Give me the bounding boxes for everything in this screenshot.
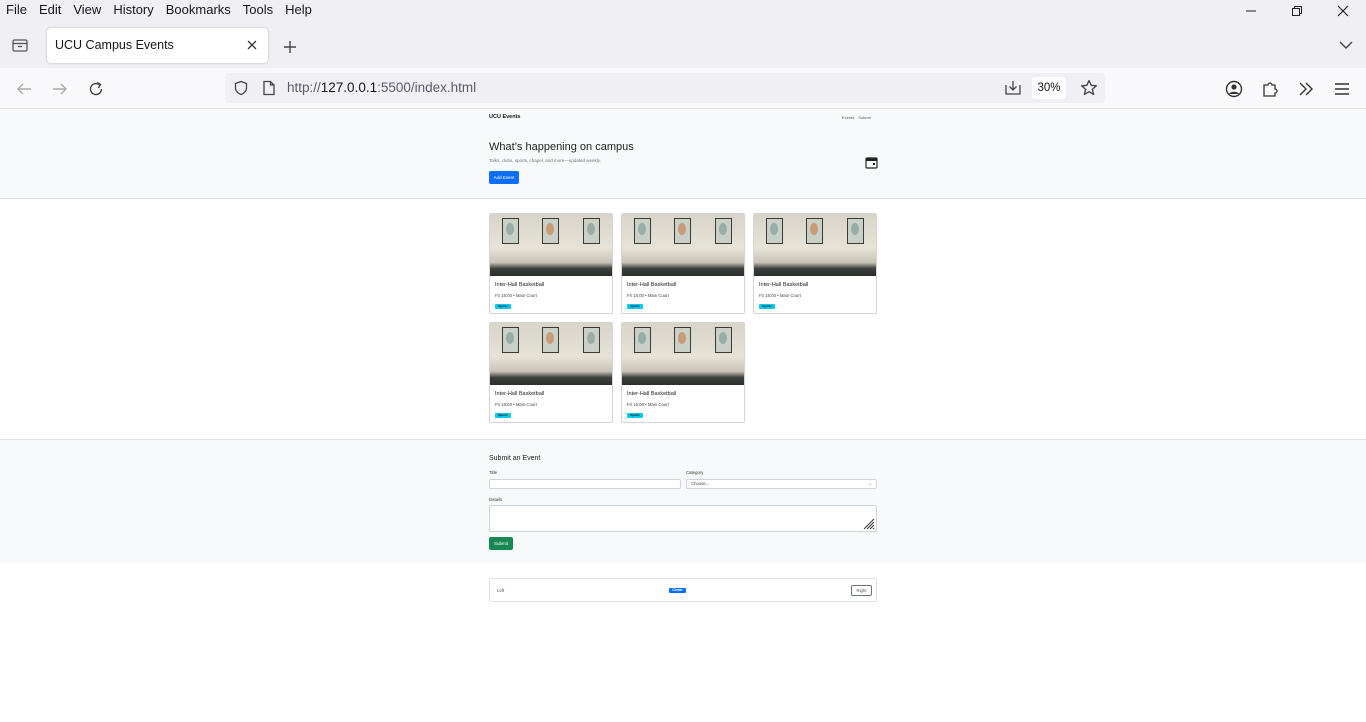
minimize-button[interactable] bbox=[1228, 0, 1274, 22]
new-tab-button[interactable] bbox=[280, 37, 300, 57]
event-card[interactable]: Inter-Hall Basketball Fri 16:00 • Main C… bbox=[489, 322, 613, 423]
url-bar[interactable]: http://127.0.0.1:5500/index.html 30% bbox=[225, 73, 1105, 103]
list-all-tabs-button[interactable] bbox=[1338, 37, 1354, 53]
hero-subtitle: Talks, clubs, sports, chapel, and more—u… bbox=[489, 158, 601, 163]
event-image bbox=[490, 214, 612, 276]
event-category-badge: Sports bbox=[495, 413, 511, 418]
menu-bar: File Edit View History Bookmarks Tools H… bbox=[0, 0, 1366, 20]
puzzle-icon bbox=[1263, 82, 1278, 97]
double-chevron-right-icon bbox=[1299, 82, 1313, 96]
plus-icon bbox=[284, 41, 296, 53]
nav-link-submit[interactable]: Submit bbox=[858, 115, 870, 120]
tab-title: UCU Campus Events bbox=[55, 38, 174, 52]
event-grid: Inter-Hall Basketball Fri 16:00 • Main C… bbox=[489, 213, 877, 425]
event-category-badge: Sports bbox=[627, 304, 643, 309]
site-brand[interactable]: UCU Events bbox=[489, 114, 520, 120]
event-meta: Fri 16:00 • Main Court bbox=[627, 402, 669, 407]
reload-icon bbox=[89, 81, 103, 96]
close-icon bbox=[1337, 5, 1349, 17]
title-label: Title bbox=[489, 470, 497, 475]
event-category-badge: Sports bbox=[627, 413, 643, 418]
top-nav: Events Submit bbox=[842, 115, 871, 120]
tab-bar: UCU Campus Events bbox=[0, 20, 1366, 68]
menu-file[interactable]: File bbox=[0, 1, 33, 19]
submit-heading: Submit an Event bbox=[489, 455, 541, 462]
chevron-down-icon: ⌄ bbox=[868, 481, 872, 486]
event-title: Inter-Hall Basketball bbox=[495, 282, 545, 288]
hamburger-menu-icon bbox=[1335, 83, 1349, 95]
menu-history[interactable]: History bbox=[107, 1, 159, 19]
back-button[interactable] bbox=[14, 79, 34, 99]
forward-arrow-icon bbox=[53, 83, 67, 95]
menu-tools[interactable]: Tools bbox=[237, 1, 279, 19]
tab-list-button[interactable] bbox=[8, 35, 32, 55]
menu-edit[interactable]: Edit bbox=[33, 1, 67, 19]
chevron-down-icon bbox=[1339, 41, 1353, 49]
site-header: UCU Events Events Submit What’s happenin… bbox=[0, 110, 1366, 199]
event-meta: Fri 16:00 • Main Court bbox=[627, 293, 669, 298]
event-image bbox=[490, 323, 612, 385]
event-card[interactable]: Inter-Hall Basketball Fri 16:00 • Main C… bbox=[621, 213, 745, 314]
bookmark-star-icon[interactable] bbox=[1080, 79, 1098, 102]
event-image bbox=[754, 214, 876, 276]
menu-view[interactable]: View bbox=[67, 1, 107, 19]
extensions-button[interactable] bbox=[1260, 79, 1280, 99]
event-image bbox=[622, 214, 744, 276]
event-title: Inter-Hall Basketball bbox=[627, 282, 677, 288]
category-label: Category bbox=[686, 470, 704, 475]
footer-right-button[interactable]: Right bbox=[851, 585, 872, 596]
event-card[interactable]: Inter-Hall Basketball Fri 16:00 • Main C… bbox=[753, 213, 877, 314]
category-select[interactable]: Choose... ⌄ bbox=[686, 479, 877, 489]
tab-ucu-campus-events[interactable]: UCU Campus Events bbox=[47, 28, 268, 63]
account-icon bbox=[1225, 80, 1243, 98]
back-arrow-icon bbox=[17, 83, 31, 95]
restore-button[interactable] bbox=[1274, 0, 1320, 22]
download-icon[interactable] bbox=[1004, 79, 1022, 102]
minimize-icon bbox=[1246, 10, 1256, 12]
event-category-badge: Sports bbox=[495, 304, 511, 309]
tab-close-button[interactable] bbox=[244, 37, 260, 53]
resize-handle-icon[interactable] bbox=[861, 516, 875, 530]
event-title: Inter-Hall Basketball bbox=[627, 391, 677, 397]
close-icon bbox=[247, 40, 257, 50]
footer-left-text: Left bbox=[497, 588, 505, 593]
menu-help[interactable]: Help bbox=[279, 1, 318, 19]
zoom-level-button[interactable]: 30% bbox=[1032, 77, 1066, 99]
event-title: Inter-Hall Basketball bbox=[495, 391, 545, 397]
close-window-button[interactable] bbox=[1320, 0, 1366, 22]
url-text[interactable]: http://127.0.0.1:5500/index.html bbox=[287, 80, 476, 95]
forward-button[interactable] bbox=[50, 79, 70, 99]
app-menu-button[interactable] bbox=[1332, 79, 1352, 99]
event-meta: Fri 16:00 • Main Court bbox=[495, 293, 537, 298]
add-event-button[interactable]: Add Event bbox=[489, 171, 519, 184]
tab-list-icon bbox=[12, 39, 28, 52]
event-image bbox=[622, 323, 744, 385]
window-controls bbox=[1228, 0, 1366, 22]
footer-bar: Left Center Right bbox=[489, 578, 877, 602]
event-card[interactable]: Inter-Hall Basketball Fri 16:00 • Main C… bbox=[621, 322, 745, 423]
details-textarea[interactable] bbox=[489, 505, 877, 532]
submit-button[interactable]: Submit bbox=[489, 537, 513, 550]
details-label: Details bbox=[489, 497, 503, 502]
submit-event-section: Submit an Event Title Category Choose...… bbox=[0, 439, 1366, 563]
restore-icon bbox=[1292, 6, 1302, 16]
nav-link-events[interactable]: Events bbox=[842, 115, 854, 120]
footer-center-badge: Center bbox=[669, 588, 686, 593]
page-icon[interactable] bbox=[262, 80, 276, 101]
navigation-bar: http://127.0.0.1:5500/index.html 30% bbox=[0, 68, 1366, 109]
event-meta: Fri 16:00 • Main Court bbox=[759, 293, 801, 298]
reload-button[interactable] bbox=[86, 79, 106, 99]
shield-icon[interactable] bbox=[233, 80, 249, 101]
page-viewport: UCU Events Events Submit What’s happenin… bbox=[0, 110, 1366, 722]
title-input[interactable] bbox=[489, 479, 681, 489]
account-button[interactable] bbox=[1224, 79, 1244, 99]
overflow-menu-button[interactable] bbox=[1296, 79, 1316, 99]
calendar-icon bbox=[864, 155, 878, 169]
menu-bookmarks[interactable]: Bookmarks bbox=[160, 1, 237, 19]
hero-title: What’s happening on campus bbox=[489, 141, 634, 153]
event-meta: Fri 16:00 • Main Court bbox=[495, 402, 537, 407]
event-card[interactable]: Inter-Hall Basketball Fri 16:00 • Main C… bbox=[489, 213, 613, 314]
event-title: Inter-Hall Basketball bbox=[759, 282, 809, 288]
event-category-badge: Sports bbox=[759, 304, 775, 309]
